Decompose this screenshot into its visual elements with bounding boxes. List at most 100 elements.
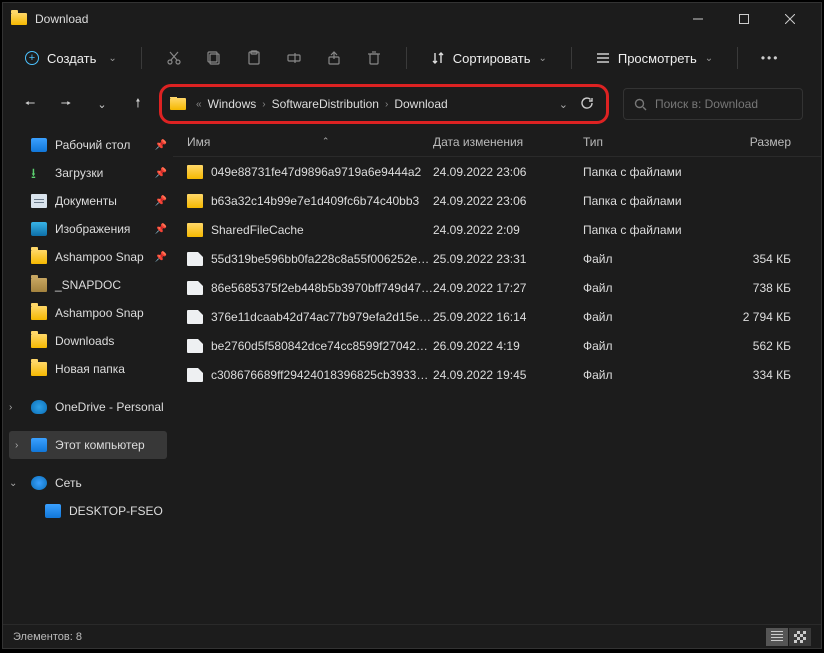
row-name: 55d319be596bb0fa228c8a55f006252eb8c5... <box>211 252 433 266</box>
separator <box>737 47 738 69</box>
table-row[interactable]: 049e88731fe47d9896a9719a6e9444a2 24.09.2… <box>173 157 821 186</box>
col-date[interactable]: Дата изменения <box>433 135 583 149</box>
up-button[interactable]: 🠕 <box>123 89 153 119</box>
sidebar-item-label: OneDrive - Personal <box>55 400 164 414</box>
chevron-down-icon: ⌄ <box>108 53 116 64</box>
sidebar-item-label: Ashampoo Snap <box>55 250 144 264</box>
table-row[interactable]: 376e11dcaab42d74ac77b979efa2d15e818... 2… <box>173 302 821 331</box>
sidebar-quick-item[interactable]: Изображения📌 <box>3 215 173 243</box>
row-type: Файл <box>583 281 723 295</box>
folder-dark-icon <box>31 278 47 292</box>
close-button[interactable] <box>767 3 813 35</box>
desktop-icon <box>31 138 47 152</box>
sidebar-item-label: Downloads <box>55 334 114 348</box>
copy-button[interactable] <box>196 43 232 73</box>
address-bar[interactable]: « Windows › SoftwareDistribution › Downl… <box>170 97 547 111</box>
col-name[interactable]: Имя⌃ <box>173 135 433 149</box>
file-icon <box>187 281 203 295</box>
sidebar-quick-item[interactable]: _SNAPDOC <box>3 271 173 299</box>
sidebar-item-label: Этот компьютер <box>55 438 145 452</box>
table-row[interactable]: be2760d5f580842dce74cc8599f2704254e6... … <box>173 331 821 360</box>
breadcrumb-segment[interactable]: SoftwareDistribution <box>272 97 379 111</box>
sidebar-quick-item[interactable]: Ashampoo Snap <box>3 299 173 327</box>
share-button[interactable] <box>316 43 352 73</box>
file-icon <box>187 310 203 324</box>
sort-button[interactable]: Сортировать ⌄ <box>421 47 557 70</box>
search-input[interactable]: Поиск в: Download <box>623 88 803 120</box>
row-date: 24.09.2022 2:09 <box>433 223 583 237</box>
forward-button[interactable]: 🠖 <box>51 89 81 119</box>
minimize-button[interactable] <box>675 3 721 35</box>
maximize-button[interactable] <box>721 3 767 35</box>
cut-button[interactable] <box>156 43 192 73</box>
sidebar-quick-item[interactable]: Новая папка <box>3 355 173 383</box>
table-row[interactable]: b63a32c14b99e7e1d409fc6b74c40bb3 24.09.2… <box>173 186 821 215</box>
delete-button[interactable] <box>356 43 392 73</box>
sidebar-network-child[interactable]: DESKTOP-FSEO <box>3 497 173 525</box>
sidebar-quick-item[interactable]: Документы📌 <box>3 187 173 215</box>
sidebar-this-pc[interactable]: ›Этот компьютер <box>9 431 167 459</box>
address-bar-highlight: « Windows › SoftwareDistribution › Downl… <box>159 84 609 124</box>
table-row[interactable]: SharedFileCache 24.09.2022 2:09 Папка с … <box>173 215 821 244</box>
doc-icon <box>31 194 47 208</box>
rename-button[interactable] <box>276 43 312 73</box>
title-folder-icon <box>11 13 27 25</box>
recent-button[interactable]: ⌄ <box>87 89 117 119</box>
paste-button[interactable] <box>236 43 272 73</box>
more-button[interactable]: ••• <box>752 43 788 73</box>
folder-icon <box>31 362 47 376</box>
details-view-button[interactable] <box>766 628 788 646</box>
row-date: 25.09.2022 23:31 <box>433 252 583 266</box>
table-row[interactable]: 86e5685375f2eb448b5b3970bff749d478cf... … <box>173 273 821 302</box>
thumbnails-view-button[interactable] <box>789 628 811 646</box>
row-size: 2 794 КБ <box>723 310 821 324</box>
col-size[interactable]: Размер <box>723 135 821 149</box>
pc-icon <box>31 438 47 452</box>
row-type: Папка с файлами <box>583 165 723 179</box>
row-name: 376e11dcaab42d74ac77b979efa2d15e818... <box>211 310 433 324</box>
folder-icon <box>187 165 203 179</box>
sidebar-onedrive[interactable]: ›OneDrive - Personal <box>3 393 173 421</box>
sidebar-quick-item[interactable]: Downloads <box>3 327 173 355</box>
row-type: Файл <box>583 252 723 266</box>
view-button[interactable]: Просмотреть ⌄ <box>586 47 723 70</box>
table-row[interactable]: 55d319be596bb0fa228c8a55f006252eb8c5... … <box>173 244 821 273</box>
file-icon <box>187 368 203 382</box>
row-size: 562 КБ <box>723 339 821 353</box>
breadcrumb-segment[interactable]: Download <box>394 97 447 111</box>
download-icon: ⭳ <box>31 166 47 180</box>
row-size: 738 КБ <box>723 281 821 295</box>
row-size: 354 КБ <box>723 252 821 266</box>
content-area: Имя⌃ Дата изменения Тип Размер 049e88731… <box>173 127 821 624</box>
sidebar-quick-item[interactable]: Ashampoo Snap 📌 <box>3 243 173 271</box>
chevron-down-icon: ⌄ <box>705 53 713 64</box>
refresh-button[interactable] <box>580 96 594 113</box>
sidebar-item-label: Рабочий стол <box>55 138 130 152</box>
sidebar-item-label: Документы <box>55 194 117 208</box>
row-type: Файл <box>583 310 723 324</box>
title-bar: Download <box>3 3 821 35</box>
sidebar-item-label: Загрузки <box>55 166 103 180</box>
back-button[interactable]: 🠔 <box>15 89 45 119</box>
col-type[interactable]: Тип <box>583 135 723 149</box>
sidebar-network[interactable]: ⌄Сеть <box>3 469 173 497</box>
row-name: c308676689ff29424018396825cb3933419... <box>211 368 433 382</box>
sidebar-item-label: Новая папка <box>55 362 125 376</box>
pin-icon: 📌 <box>155 252 167 263</box>
address-dropdown[interactable]: ⌄ <box>559 98 568 111</box>
sort-asc-icon: ⌃ <box>322 136 330 147</box>
folder-icon <box>31 306 47 320</box>
sidebar-quick-item[interactable]: ⭳Загрузки📌 <box>3 159 173 187</box>
sidebar-quick-item[interactable]: Рабочий стол📌 <box>3 131 173 159</box>
separator <box>571 47 572 69</box>
breadcrumb-segment[interactable]: Windows <box>208 97 257 111</box>
chevron-right-icon: › <box>260 99 267 110</box>
row-date: 24.09.2022 19:45 <box>433 368 583 382</box>
table-row[interactable]: c308676689ff29424018396825cb3933419... 2… <box>173 360 821 389</box>
row-date: 24.09.2022 23:06 <box>433 194 583 208</box>
view-icon <box>596 51 610 65</box>
create-button[interactable]: + Создать ⌄ <box>15 47 127 70</box>
row-name: 86e5685375f2eb448b5b3970bff749d478cf... <box>211 281 433 295</box>
sidebar-item-label: _SNAPDOC <box>55 278 121 292</box>
status-text: Элементов: 8 <box>13 631 82 643</box>
